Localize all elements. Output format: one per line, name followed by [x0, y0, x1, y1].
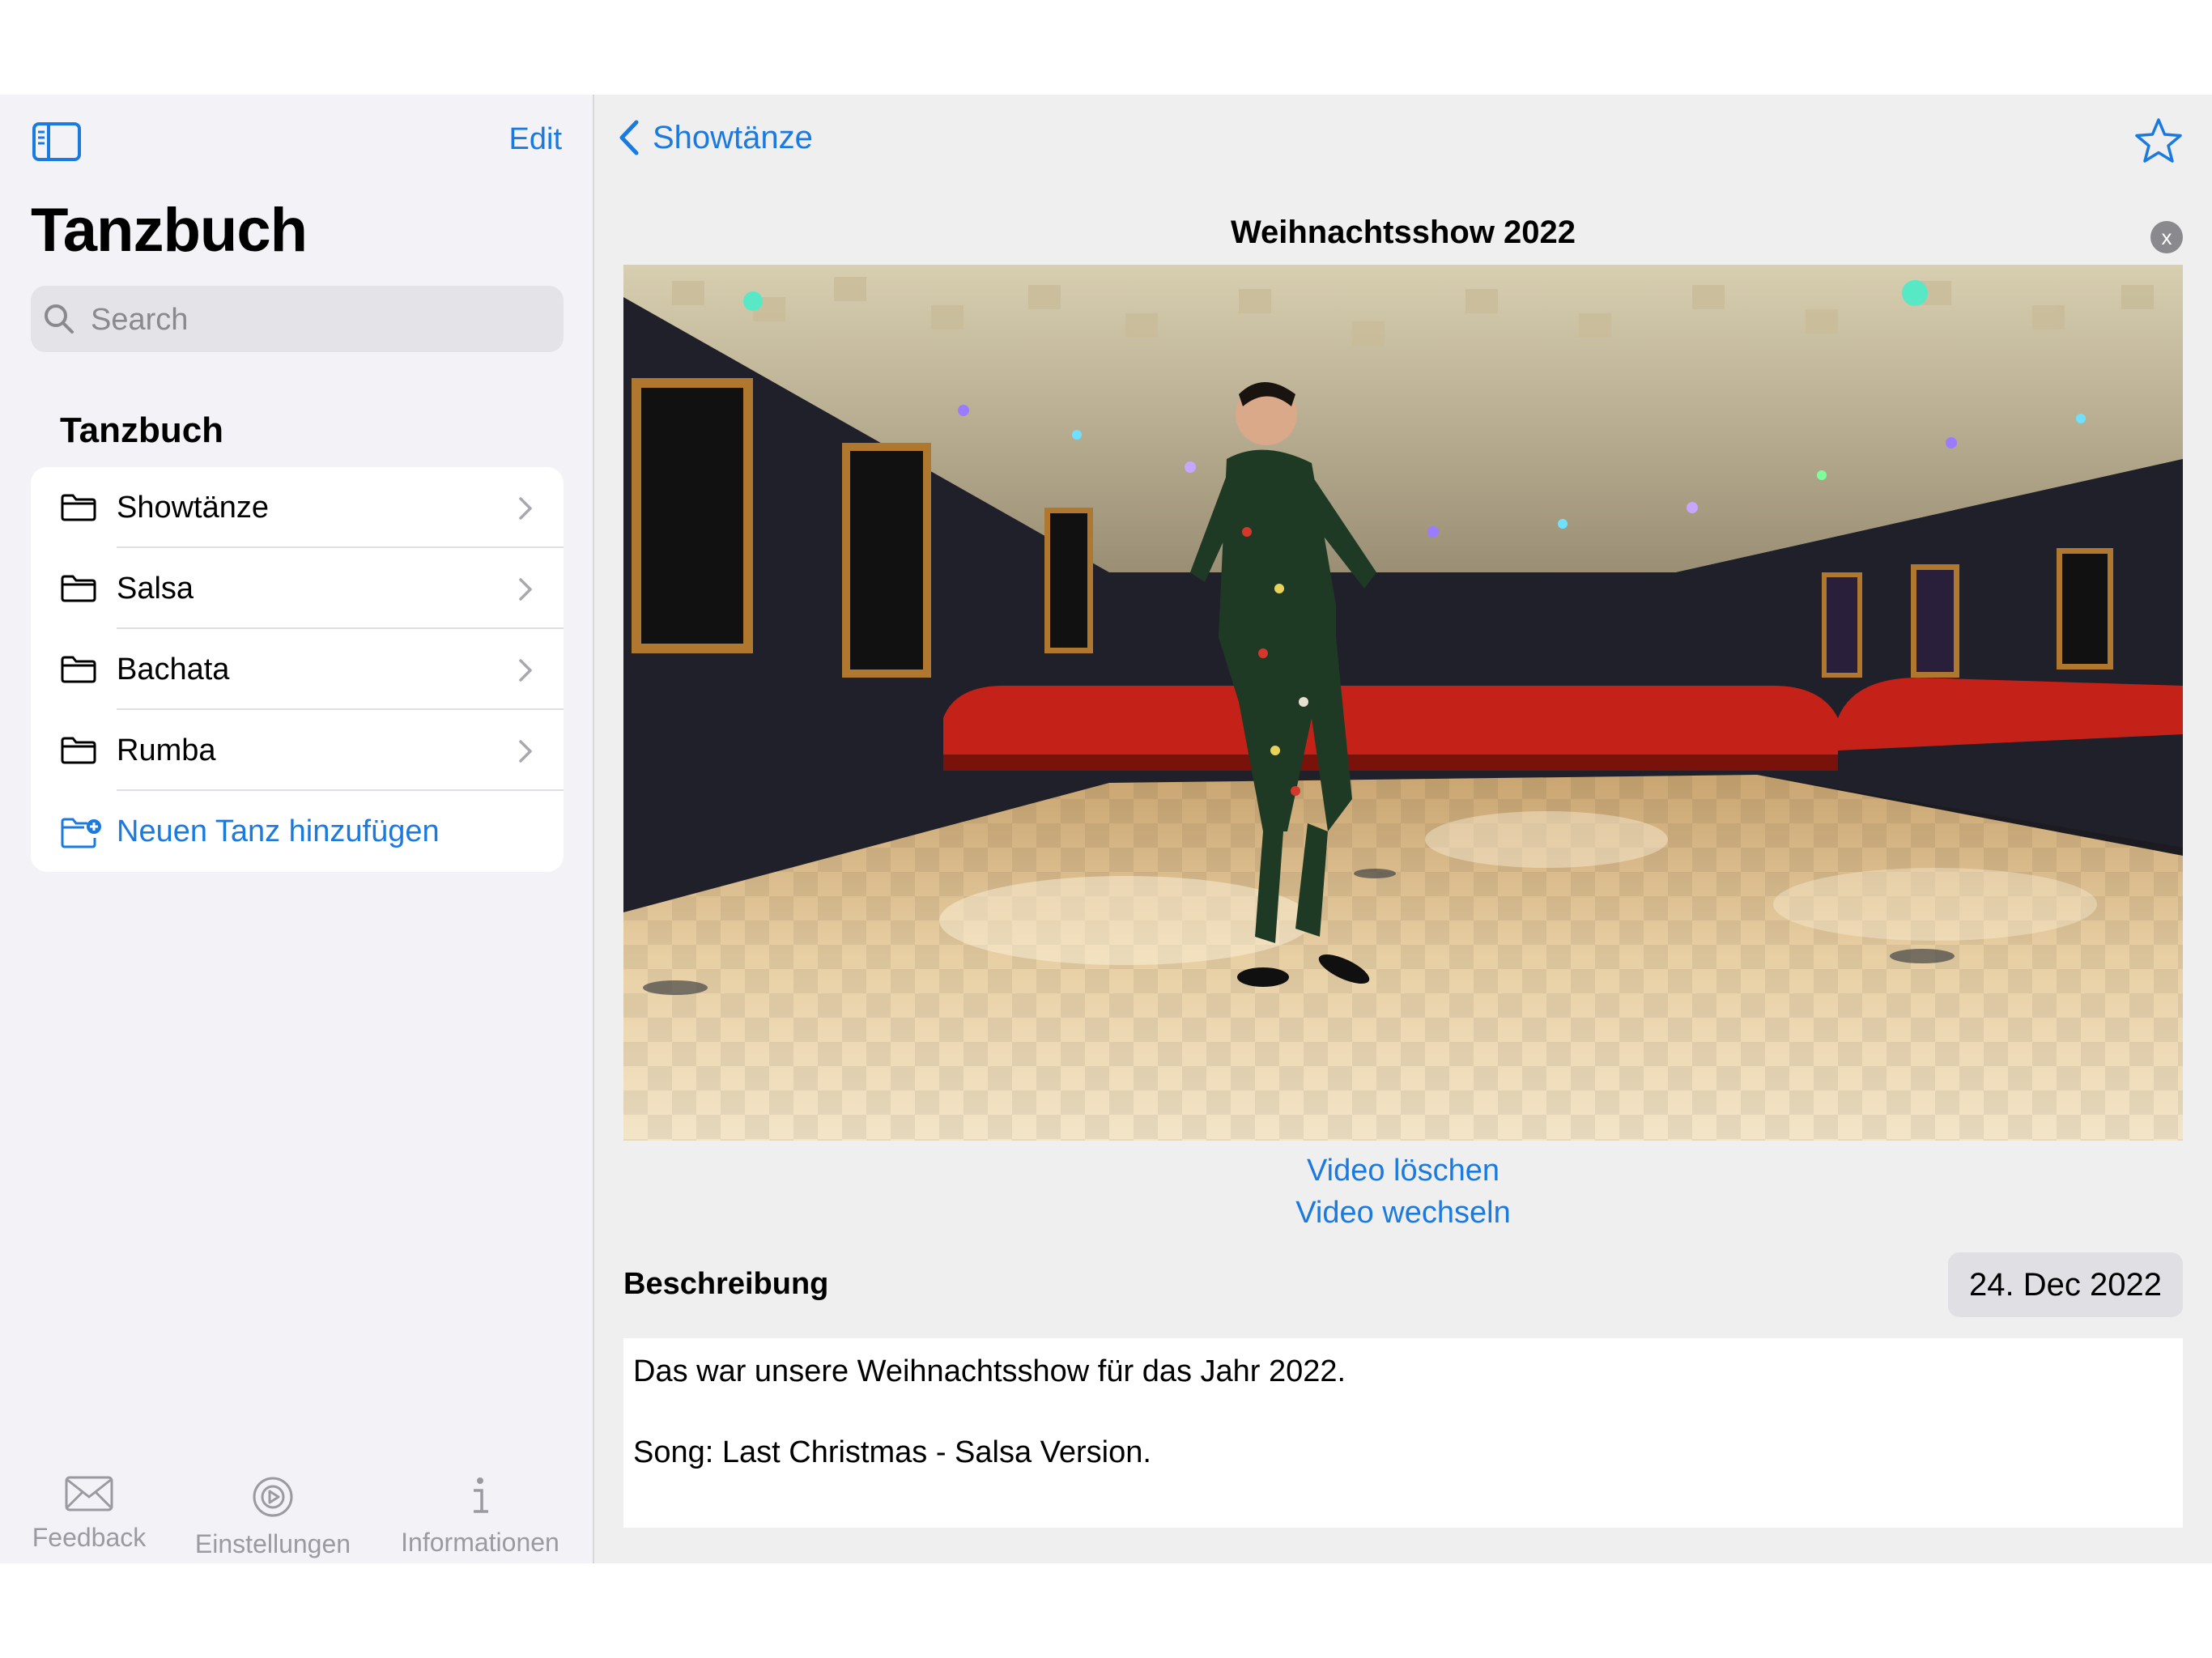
- chevron-right-icon: [519, 740, 532, 763]
- chevron-right-icon: [519, 497, 532, 520]
- tab-label: Feedback: [32, 1523, 147, 1552]
- change-video-button[interactable]: Video wechseln: [594, 1196, 2212, 1231]
- list-item-label: Salsa: [117, 571, 194, 606]
- search-bar[interactable]: [31, 286, 564, 354]
- chevron-left-icon: [619, 120, 639, 155]
- description-line: Das war unsere Weihnachtsshow für das Ja…: [633, 1354, 1346, 1388]
- page-title: Tanzbuch: [31, 196, 308, 265]
- folder-add-icon: [61, 818, 101, 848]
- video-title: Weihnachtsshow 2022: [1230, 215, 1576, 250]
- settings-icon: [253, 1477, 293, 1517]
- chevron-right-icon: [519, 578, 532, 601]
- description-label: Beschreibung: [623, 1267, 829, 1301]
- video-thumbnail: [623, 265, 2183, 1141]
- info-icon: [474, 1477, 488, 1513]
- detail-pane: Showtänze Weihnachtsshow 2022 x Video lö…: [594, 95, 2212, 1563]
- folder-icon: [61, 575, 96, 602]
- list-item-showtaenze[interactable]: Showtänze: [31, 467, 564, 548]
- date-picker[interactable]: 24. Dec 2022: [1948, 1252, 2183, 1317]
- star-icon[interactable]: [2134, 117, 2183, 164]
- description-line: Song: Last Christmas - Salsa Version.: [633, 1435, 1151, 1469]
- folder-icon: [61, 656, 96, 683]
- folder-icon: [61, 737, 96, 764]
- tab-einstellungen[interactable]: Einstellungen: [188, 1450, 358, 1563]
- list-item-label: Rumba: [117, 733, 216, 767]
- tab-label: Informationen: [401, 1528, 559, 1557]
- add-dance-button[interactable]: Neuen Tanz hinzufügen: [31, 791, 564, 872]
- dance-list: Showtänze Salsa Bachata Rumba Neuen Tanz…: [31, 467, 564, 872]
- tab-feedback[interactable]: Feedback: [24, 1450, 154, 1563]
- edit-button[interactable]: Edit: [509, 122, 562, 157]
- search-icon: [45, 304, 74, 334]
- back-label: Showtänze: [653, 119, 813, 155]
- close-icon[interactable]: x: [2150, 221, 2183, 253]
- chevron-right-icon: [519, 659, 532, 682]
- delete-video-button[interactable]: Video löschen: [594, 1154, 2212, 1188]
- description-text-area[interactable]: Das war unsere Weihnachtsshow für das Ja…: [623, 1338, 2183, 1528]
- envelope-icon: [65, 1476, 113, 1511]
- list-item-label: Showtänze: [117, 490, 270, 525]
- back-button[interactable]: Showtänze: [619, 119, 813, 156]
- list-item-rumba[interactable]: Rumba: [31, 710, 564, 791]
- tab-label: Einstellungen: [194, 1529, 351, 1558]
- list-item-bachata[interactable]: Bachata: [31, 629, 564, 710]
- list-item-label: Bachata: [117, 652, 230, 687]
- app-window: Edit Tanzbuch Tanzbuch Showtänze Salsa: [0, 95, 2212, 1563]
- sidebar: Edit Tanzbuch Tanzbuch Showtänze Salsa: [0, 95, 594, 1563]
- add-dance-label: Neuen Tanz hinzufügen: [117, 814, 440, 848]
- search-input[interactable]: [89, 286, 546, 354]
- section-header: Tanzbuch: [60, 410, 224, 450]
- tab-bar: Feedback Einstellungen Informationen: [0, 1450, 593, 1563]
- sidebar-toggle-icon[interactable]: [32, 122, 81, 161]
- list-item-salsa[interactable]: Salsa: [31, 548, 564, 629]
- video-player[interactable]: [623, 265, 2183, 1141]
- folder-icon: [61, 494, 96, 521]
- tab-informationen[interactable]: Informationen: [393, 1450, 567, 1563]
